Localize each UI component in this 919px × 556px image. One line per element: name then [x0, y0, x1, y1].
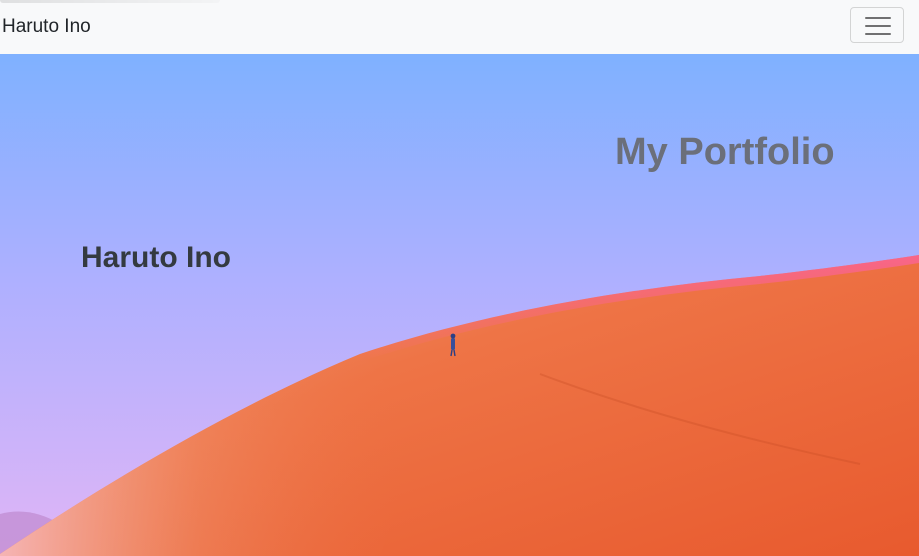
hero-title: My Portfolio: [615, 131, 835, 174]
navbar-shadow: [0, 0, 220, 3]
navbar-toggler-button[interactable]: [850, 7, 904, 43]
hero-section: My Portfolio Haruto Ino: [0, 54, 919, 556]
navbar: Haruto Ino: [0, 0, 919, 54]
hamburger-menu-icon: [865, 16, 891, 36]
navbar-brand[interactable]: Haruto Ino: [2, 15, 91, 39]
hero-name: Haruto Ino: [81, 240, 231, 274]
page: Haruto Ino My Portfolio Haruto Ino: [0, 0, 919, 556]
